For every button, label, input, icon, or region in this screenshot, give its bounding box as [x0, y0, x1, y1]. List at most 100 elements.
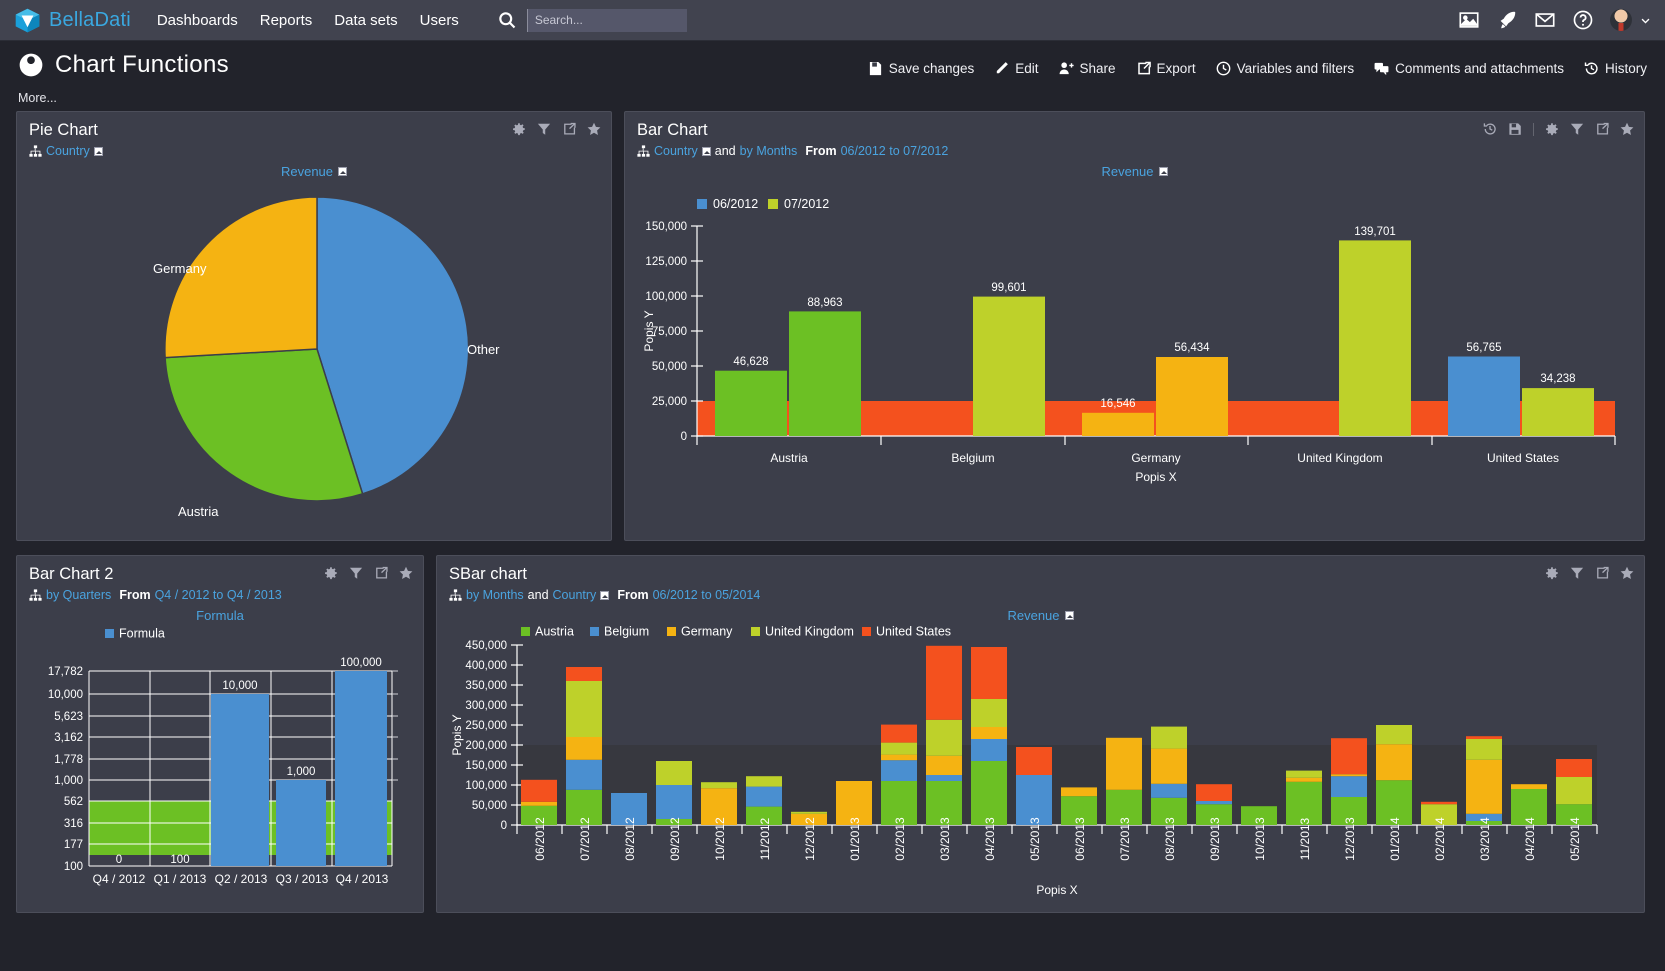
search-icon[interactable] [497, 10, 517, 30]
star-icon[interactable] [399, 566, 413, 580]
sbar-stack-05-2014[interactable] [1556, 759, 1592, 825]
bar2-date-range[interactable]: Q4 / 2012 to Q4 / 2013 [155, 588, 282, 602]
sbar-metric-picker-icon[interactable] [1064, 611, 1074, 620]
pie-dimension-country[interactable]: Country [46, 144, 90, 158]
gear-icon[interactable] [324, 566, 338, 580]
sbar-stack-03-2014[interactable] [1466, 736, 1502, 825]
bar2-q3-2013[interactable] [276, 780, 326, 866]
chevron-down-icon[interactable] [1640, 15, 1651, 26]
pie-svg[interactable] [17, 179, 613, 524]
bar-dimension-picker-icon[interactable] [701, 146, 711, 156]
save-changes-button[interactable]: Save changes [868, 61, 974, 76]
sbar-dimension-picker-icon[interactable] [600, 590, 610, 600]
sbar-xtick-21: 03/2014 [1478, 817, 1492, 861]
bar-chart-svg[interactable]: 06/2012 07/2012 150,000 125,000 100,000 … [625, 179, 1646, 524]
bar2-dimension-quarters[interactable]: by Quarters [46, 588, 111, 602]
nav-item-reports[interactable]: Reports [260, 12, 313, 29]
history-icon[interactable] [1483, 122, 1497, 136]
sbar-stack-05-2013[interactable] [1016, 747, 1052, 825]
nav-item-data-sets[interactable]: Data sets [334, 12, 397, 29]
legend-swatch-06-2012 [697, 199, 707, 209]
pie-metric-picker-icon[interactable] [338, 167, 348, 176]
bar-metric-revenue[interactable]: Revenue [1101, 164, 1153, 179]
sbar-stack-02-2013[interactable] [881, 724, 917, 825]
export-icon[interactable] [1595, 122, 1609, 136]
more-link[interactable]: More... [18, 91, 1647, 105]
pie-dimension-picker-icon[interactable] [93, 146, 103, 156]
save-icon[interactable] [1508, 122, 1522, 136]
export-icon[interactable] [374, 566, 388, 580]
comments-and-attachments-button[interactable]: Comments and attachments [1374, 61, 1564, 76]
sbar-dimension-months[interactable]: by Months [466, 588, 524, 602]
history-button[interactable]: History [1584, 61, 1647, 76]
edit-button[interactable]: Edit [994, 61, 1039, 76]
star-icon[interactable] [1620, 566, 1634, 580]
bar-austria-06-2012[interactable] [715, 370, 787, 436]
bar-date-range[interactable]: 06/2012 to 07/2012 [841, 144, 949, 158]
bar-dimension-country[interactable]: Country [654, 144, 698, 158]
nav-item-users[interactable]: Users [420, 12, 459, 29]
brand-logo-link[interactable]: BellaDati [14, 7, 131, 34]
sbar-dimension-country[interactable]: Country [553, 588, 597, 602]
filter-icon[interactable] [349, 566, 363, 580]
sbar-stack-09-2012[interactable] [656, 761, 692, 825]
search-input[interactable] [526, 8, 687, 32]
panel-bar-chart-2: Bar Chart 2 by Quarters From Q4 / 2012 t… [16, 555, 424, 913]
legend-label-06-2012: 06/2012 [713, 197, 758, 211]
sbar-date-range[interactable]: 06/2012 to 05/2014 [653, 588, 761, 602]
hierarchy-icon [29, 588, 42, 601]
bar-germany-07-2012[interactable] [1156, 357, 1228, 436]
bar-germany-06-2012[interactable] [1082, 412, 1154, 436]
sbar-stack-01-2014[interactable] [1376, 725, 1412, 825]
gear-icon[interactable] [512, 122, 526, 136]
sbar-metric-revenue[interactable]: Revenue [1007, 608, 1059, 623]
pie-slice-germany[interactable] [164, 196, 318, 359]
sbar-xtick-7: 01/2013 [848, 817, 862, 861]
bar-metric-picker-icon[interactable] [1158, 167, 1168, 176]
bar2-ytick-562: 562 [64, 796, 83, 808]
rocket-icon[interactable] [1496, 9, 1518, 31]
bar2-metric-formula[interactable]: Formula [196, 608, 244, 623]
share-button[interactable]: Share [1059, 61, 1116, 76]
sbar-stack-04-2013[interactable] [971, 647, 1007, 825]
mail-icon[interactable] [1534, 9, 1556, 31]
gear-icon[interactable] [1545, 122, 1559, 136]
export-icon[interactable] [562, 122, 576, 136]
sbar-stack-07-2012[interactable] [566, 667, 602, 825]
pie-canvas[interactable]: Germany Other Austria [17, 179, 611, 540]
bar2-q2-2013[interactable] [211, 694, 269, 866]
help-icon[interactable] [1572, 9, 1594, 31]
filter-icon[interactable] [1570, 122, 1584, 136]
export-button[interactable]: Export [1136, 61, 1196, 76]
bar-austria-07-2012[interactable] [789, 311, 861, 436]
sbar-stack-08-2013[interactable] [1151, 726, 1187, 825]
gear-icon[interactable] [1545, 566, 1559, 580]
bar-chart-2-svg[interactable]: Formula 10,000 1,000 100,000 0 100 17,78… [17, 623, 425, 895]
filter-icon[interactable] [537, 122, 551, 136]
star-icon[interactable] [587, 122, 601, 136]
star-icon[interactable] [1620, 122, 1634, 136]
sbar-chart-svg[interactable]: Austria Belgium Germany United Kingdom U… [437, 623, 1646, 898]
pie-metric-revenue[interactable]: Revenue [281, 164, 333, 179]
save-icon [869, 61, 881, 76]
avatar[interactable] [1610, 9, 1632, 31]
bar-dimension-months[interactable]: by Months [740, 144, 798, 158]
bar-belgium-07-2012[interactable] [973, 296, 1045, 436]
bar-us-07-2012[interactable] [1522, 388, 1594, 436]
sbar-stack-07-2013[interactable] [1106, 737, 1142, 825]
legend-label-belgium: Belgium [604, 625, 649, 639]
variables-and-filters-button[interactable]: Variables and filters [1216, 61, 1354, 76]
bar-uk-07-2012[interactable] [1339, 240, 1411, 436]
nav-right-icons [1458, 9, 1651, 31]
image-icon[interactable] [1458, 9, 1480, 31]
sbar-stack-11-2012[interactable] [746, 776, 782, 825]
bar2-q4-2013[interactable] [335, 671, 387, 866]
sbar-ytick-350000: 350,000 [465, 680, 507, 692]
sbar-stack-12-2013[interactable] [1331, 738, 1367, 825]
nav-item-dashboards[interactable]: Dashboards [157, 12, 238, 29]
filter-icon[interactable] [1570, 566, 1584, 580]
bar-us-06-2012[interactable] [1448, 356, 1520, 437]
sbar-stack-03-2013[interactable] [926, 645, 962, 825]
export-icon[interactable] [1595, 566, 1609, 580]
sbar-stack-11-2013[interactable] [1286, 770, 1322, 825]
